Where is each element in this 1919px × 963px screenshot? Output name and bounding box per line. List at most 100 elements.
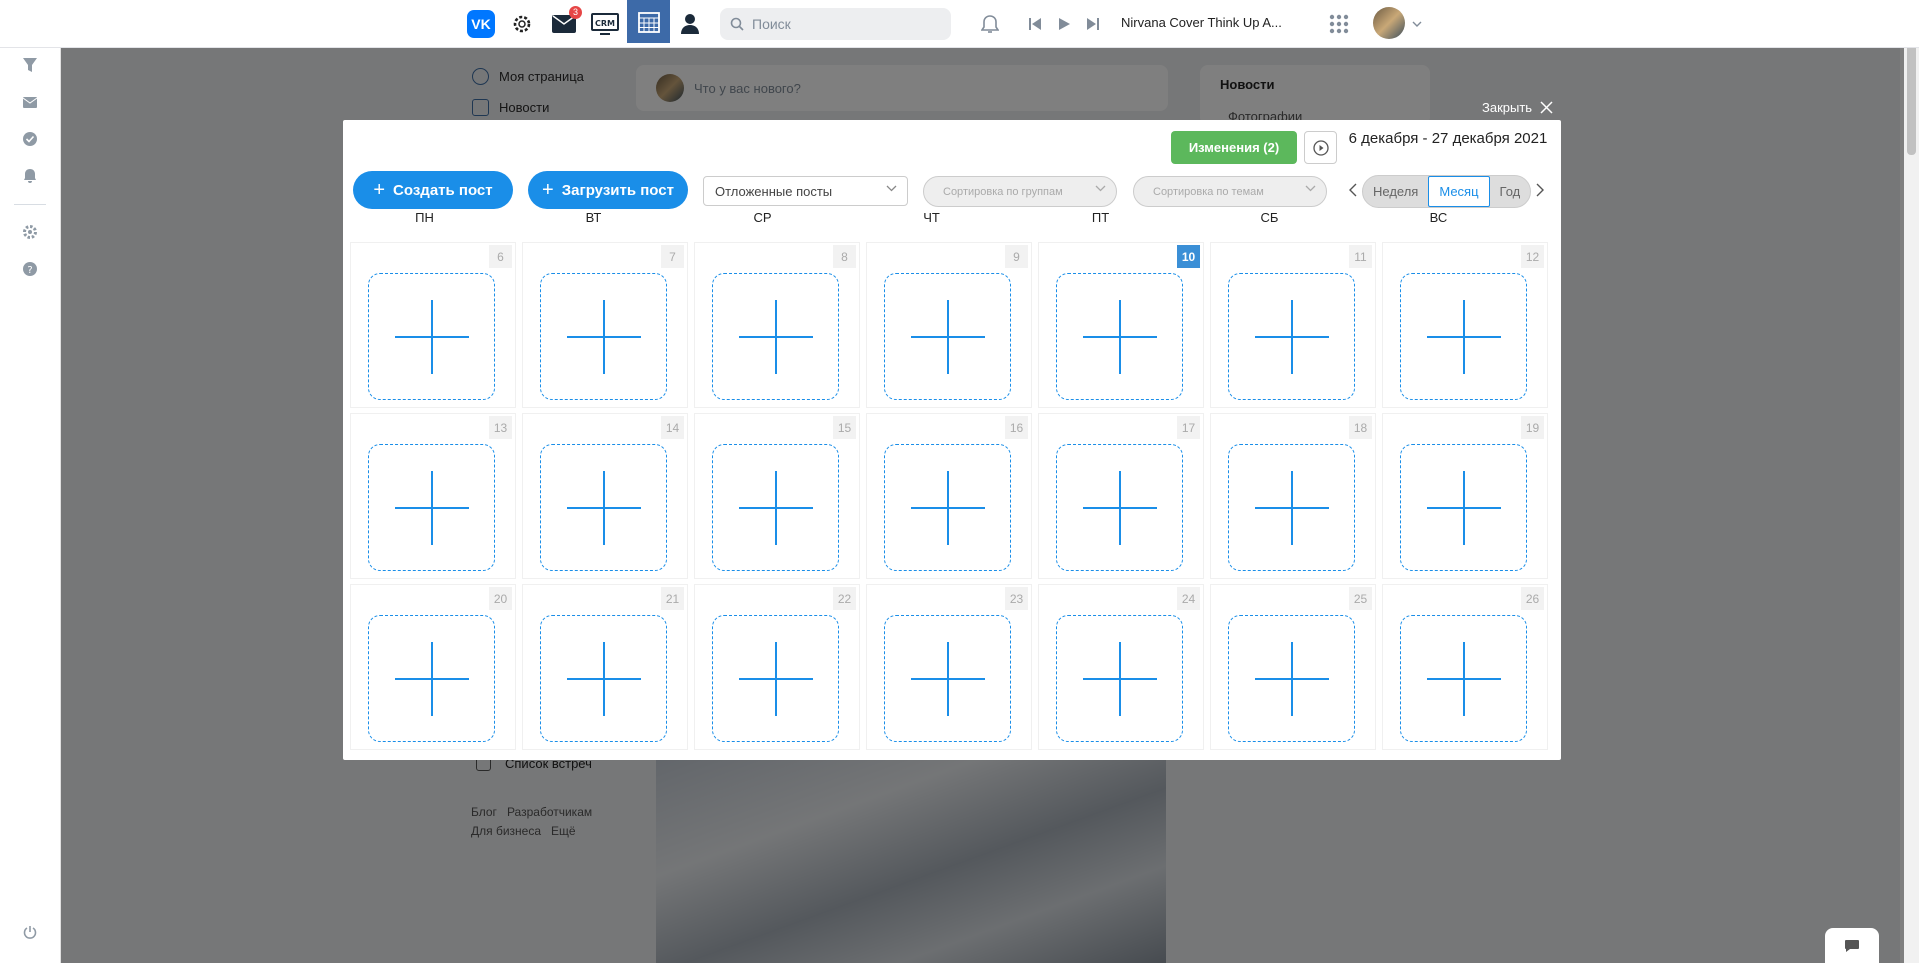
add-post-slot[interactable] — [1228, 273, 1355, 400]
close-label: Закрыть — [1482, 100, 1533, 115]
add-post-slot[interactable] — [712, 444, 839, 571]
view-year-tab[interactable]: Год — [1490, 176, 1531, 207]
add-post-slot[interactable] — [540, 615, 667, 742]
add-post-slot[interactable] — [368, 444, 495, 571]
plus-icon — [738, 641, 813, 716]
calendar-day-cell: 7 — [522, 242, 688, 408]
add-post-slot[interactable] — [1400, 273, 1527, 400]
add-post-slot[interactable] — [1400, 444, 1527, 571]
plus-icon — [1254, 470, 1329, 545]
calendar-day-cell: 25 — [1210, 584, 1376, 750]
create-post-label: Создать пост — [393, 181, 493, 199]
help-icon[interactable]: ? — [20, 259, 40, 279]
check-icon[interactable] — [20, 129, 40, 149]
next-track-icon[interactable] — [1079, 10, 1107, 38]
add-post-slot[interactable] — [1056, 273, 1183, 400]
plus-icon — [738, 299, 813, 374]
add-post-slot[interactable] — [540, 273, 667, 400]
day-number: 8 — [833, 245, 856, 268]
date-range: 6 декабря - 27 декабря 2021 — [1348, 130, 1548, 147]
plus-icon — [566, 299, 641, 374]
chat-icon — [1845, 939, 1859, 952]
play-icon[interactable] — [1050, 10, 1078, 38]
add-post-slot[interactable] — [1056, 444, 1183, 571]
add-post-slot[interactable] — [1056, 615, 1183, 742]
vk-logo-icon[interactable]: VK — [467, 10, 495, 38]
add-post-slot[interactable] — [884, 444, 1011, 571]
plus-icon — [394, 470, 469, 545]
plus-icon — [1254, 641, 1329, 716]
view-month-tab[interactable]: Месяц — [1428, 176, 1490, 207]
chevron-down-icon[interactable] — [1410, 10, 1424, 38]
bell-icon[interactable] — [20, 166, 40, 186]
upload-post-label: Загрузить пост — [561, 181, 674, 199]
today-day-number: 10 — [1177, 245, 1200, 268]
add-post-slot[interactable] — [368, 615, 495, 742]
plus-icon: + — [542, 179, 554, 201]
mail-icon[interactable] — [20, 92, 40, 112]
profile-icon[interactable] — [676, 10, 704, 38]
add-post-slot[interactable] — [540, 444, 667, 571]
next-period-arrow-icon[interactable] — [1533, 180, 1547, 200]
settings-gear-icon[interactable] — [508, 10, 536, 38]
crm-icon[interactable]: CRM — [590, 10, 620, 38]
power-icon[interactable] — [20, 922, 40, 942]
calendar-modal: Изменения (2) 6 декабря - 27 декабря 202… — [343, 120, 1561, 760]
calendar-day-cell: 10 — [1038, 242, 1204, 408]
add-post-slot[interactable] — [712, 273, 839, 400]
player-track-title[interactable]: Nirvana Cover Think Up A... — [1121, 15, 1282, 30]
previous-track-icon[interactable] — [1021, 10, 1049, 38]
close-icon — [1540, 101, 1553, 114]
calendar-day-cell: 8 — [694, 242, 860, 408]
apps-grid-icon[interactable] — [1325, 10, 1353, 38]
calendar-day-cell: 16 — [866, 413, 1032, 579]
day-number: 6 — [489, 245, 512, 268]
plus-icon — [1082, 641, 1157, 716]
calendar-grid: 6 7 8 9 10 11 12 13 14 15 16 17 18 19 20 21 22 23 24 25 26 — [350, 242, 1548, 750]
prev-period-arrow-icon[interactable] — [1346, 180, 1360, 200]
calendar-day-cell: 22 — [694, 584, 860, 750]
calendar-icon[interactable] — [627, 0, 670, 43]
posts-filter-select[interactable]: Отложенные посты — [703, 176, 908, 206]
calendar-day-cell: 9 — [866, 242, 1032, 408]
add-post-slot[interactable] — [1228, 615, 1355, 742]
add-post-slot[interactable] — [884, 615, 1011, 742]
add-post-slot[interactable] — [884, 273, 1011, 400]
day-number: 25 — [1349, 587, 1372, 610]
upload-post-button[interactable]: + Загрузить пост — [528, 171, 688, 209]
add-post-slot[interactable] — [712, 615, 839, 742]
add-post-slot[interactable] — [1400, 615, 1527, 742]
scrollbar[interactable] — [1904, 0, 1919, 963]
day-number: 19 — [1521, 416, 1544, 439]
chat-button[interactable] — [1825, 928, 1879, 963]
messages-icon[interactable]: 3 — [550, 6, 582, 38]
chevron-down-icon — [886, 185, 897, 192]
day-number: 12 — [1521, 245, 1544, 268]
chevron-down-icon — [1305, 185, 1316, 192]
add-post-slot[interactable] — [1228, 444, 1355, 571]
plus-icon — [910, 299, 985, 374]
calendar-day-cell: 14 — [522, 413, 688, 579]
create-post-button[interactable]: + Создать пост — [353, 171, 513, 209]
gear-icon[interactable] — [20, 222, 40, 242]
close-button[interactable]: Закрыть — [1482, 100, 1553, 115]
sort-by-topics-select[interactable]: Сортировка по темам — [1133, 176, 1327, 207]
view-week-tab[interactable]: Неделя — [1363, 176, 1428, 207]
changes-button[interactable]: Изменения (2) — [1171, 131, 1297, 164]
avatar[interactable] — [1373, 7, 1405, 39]
plus-icon — [1082, 299, 1157, 374]
notification-badge: 3 — [569, 6, 582, 19]
plus-icon — [394, 641, 469, 716]
search-placeholder: Поиск — [752, 16, 791, 32]
plus-icon — [566, 470, 641, 545]
svg-text:?: ? — [27, 265, 32, 276]
filter-icon[interactable] — [20, 55, 40, 75]
add-post-slot[interactable] — [368, 273, 495, 400]
play-preview-button[interactable] — [1304, 131, 1337, 164]
sort-by-groups-select[interactable]: Сортировка по группам — [923, 176, 1117, 207]
day-number: 23 — [1005, 587, 1028, 610]
notifications-bell-icon[interactable] — [976, 10, 1004, 38]
plus-icon — [1254, 299, 1329, 374]
search-input[interactable]: Поиск — [720, 8, 951, 40]
sort-groups-label: Сортировка по группам — [943, 185, 1063, 198]
